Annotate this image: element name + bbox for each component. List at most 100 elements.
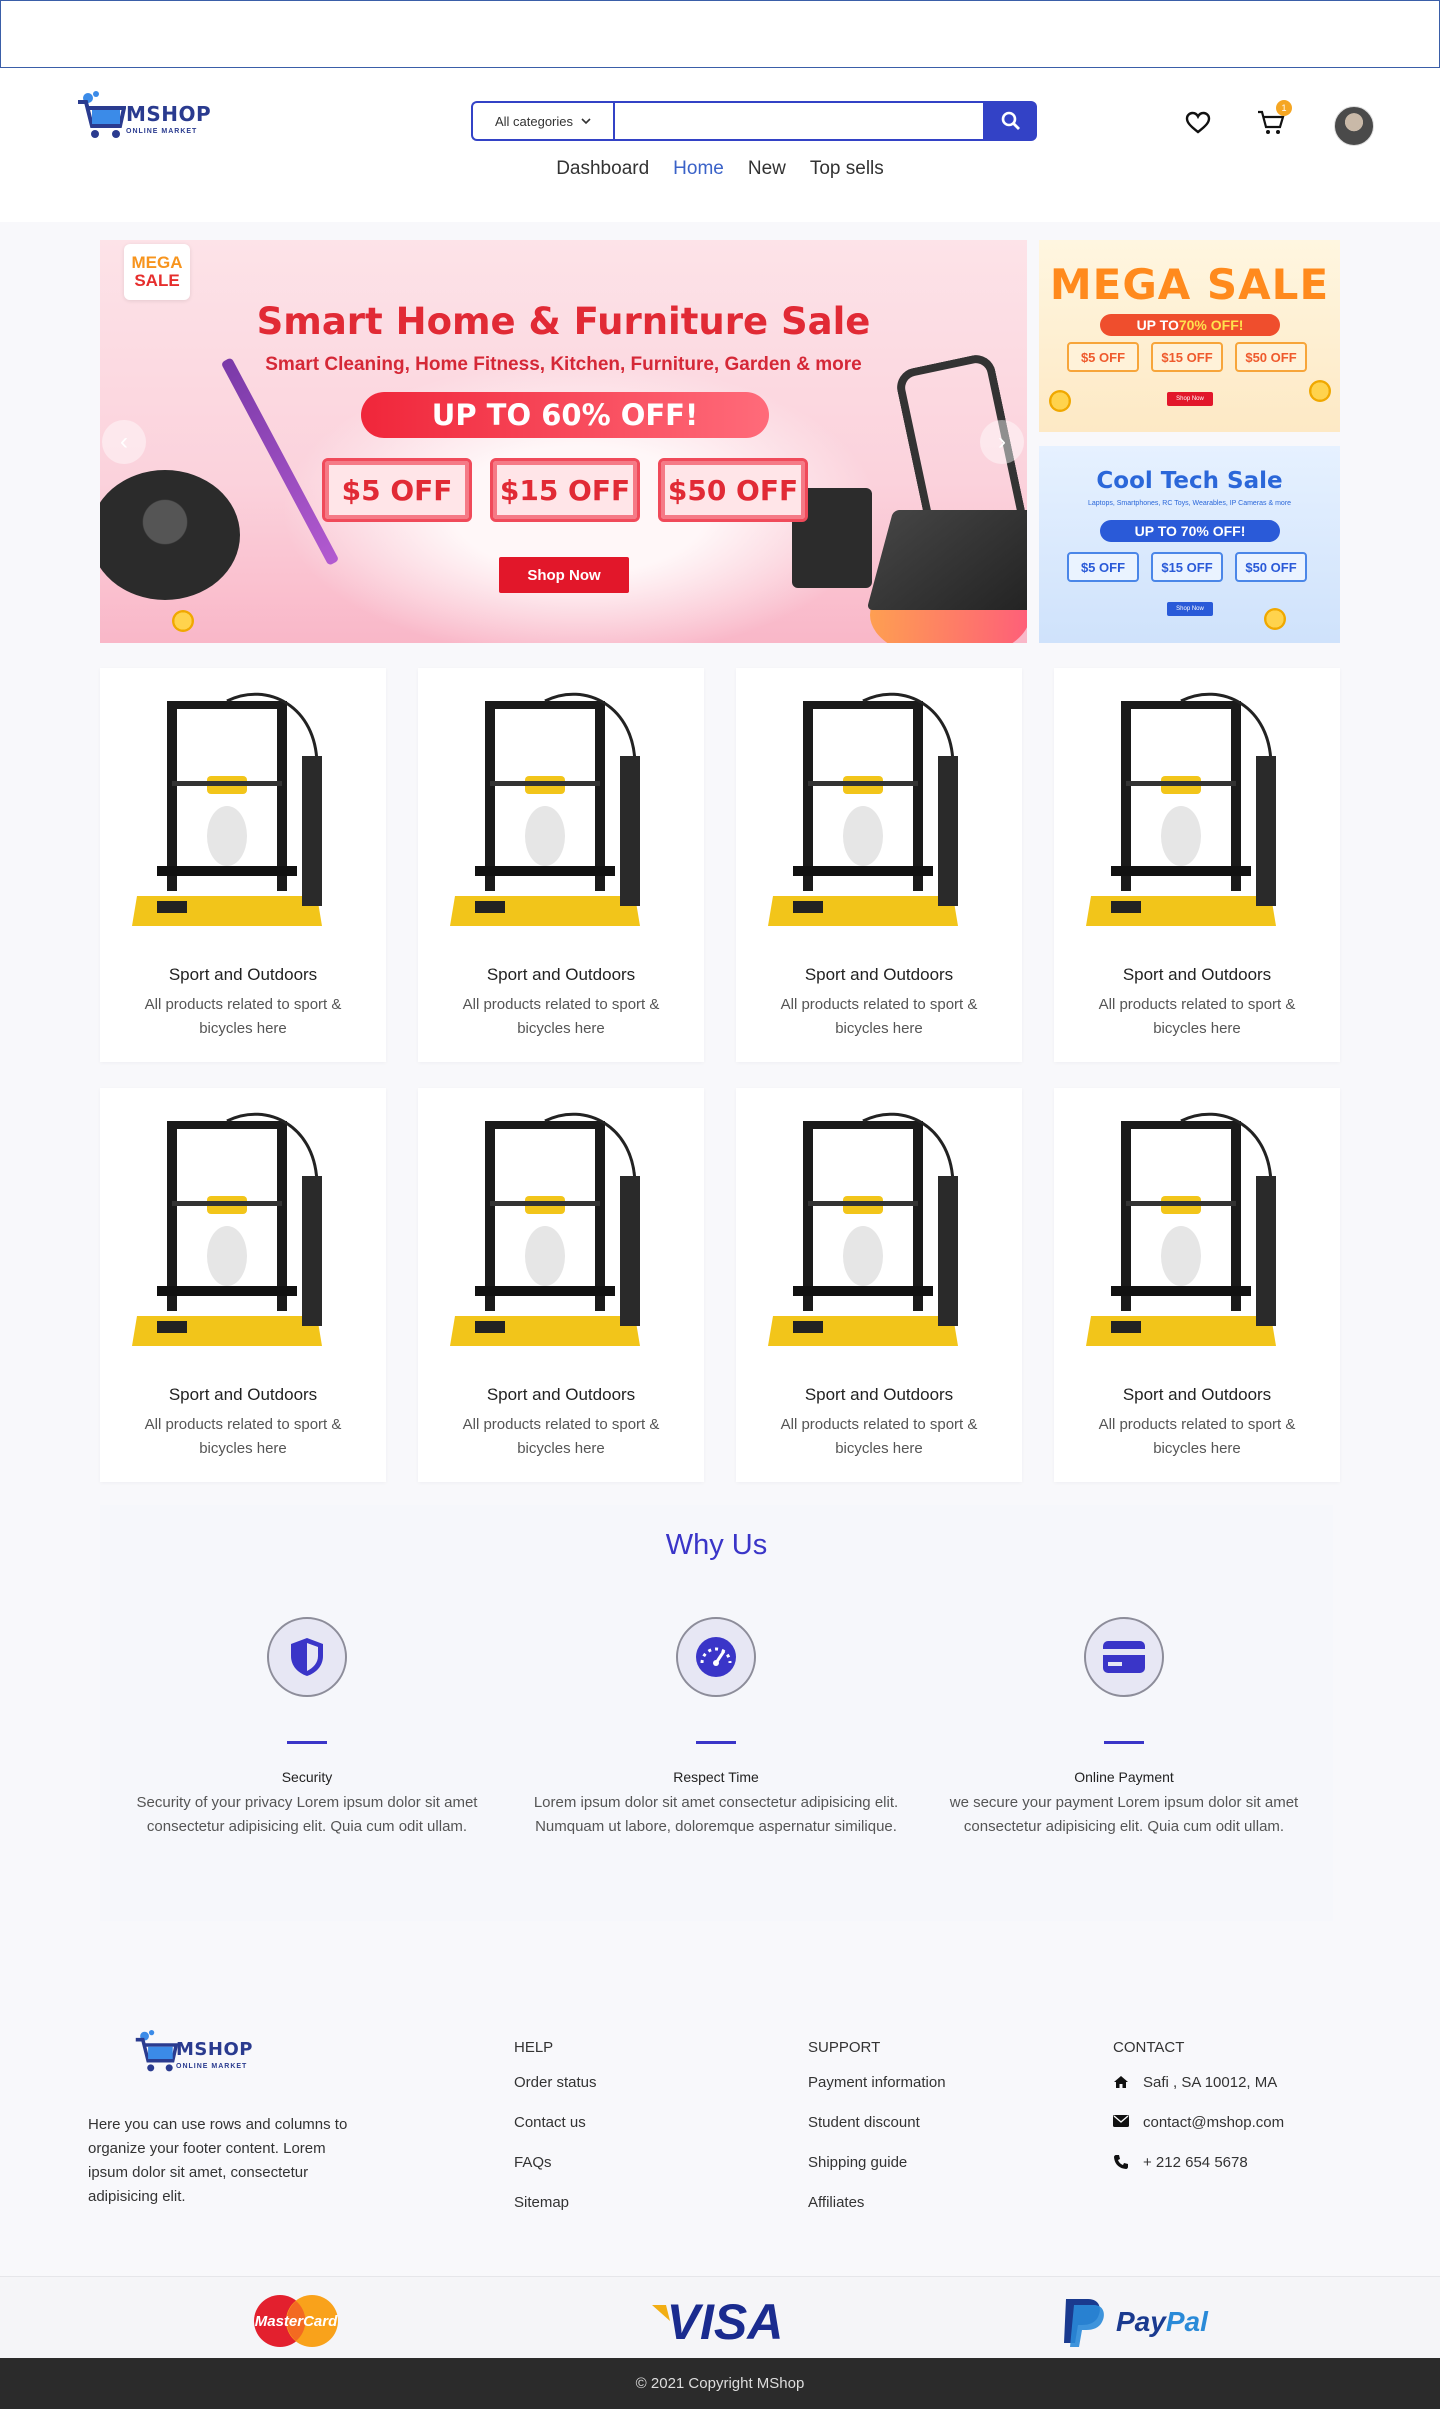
search-icon xyxy=(1001,111,1020,130)
footer-link[interactable]: Affiliates xyxy=(808,2194,946,2234)
side-shop-now-button[interactable]: Shop Now xyxy=(1167,392,1213,406)
why-item-name: Respect Time xyxy=(673,1769,759,1785)
side-coupon-5[interactable]: $5 OFF xyxy=(1067,342,1139,372)
brand-name: MSHOP xyxy=(126,102,212,126)
side-shop-now-button[interactable]: Shop Now xyxy=(1167,602,1213,616)
side-banner-title: MEGA SALE xyxy=(1049,260,1330,309)
cart-logo-icon xyxy=(78,91,127,138)
search-input[interactable] xyxy=(613,101,985,141)
why-divider xyxy=(1104,1741,1144,1744)
nav-home[interactable]: Home xyxy=(673,158,724,180)
product-card[interactable]: Sport and Outdoors All products related … xyxy=(1054,668,1340,1062)
side-coupon-50[interactable]: $50 OFF xyxy=(1235,342,1307,372)
footer-link[interactable]: Shipping guide xyxy=(808,2154,946,2194)
side-banner-subtitle: Laptops, Smartphones, RC Toys, Wearables… xyxy=(1087,500,1292,507)
footer-link[interactable]: FAQs xyxy=(514,2154,597,2194)
side-banner-coupons: $5 OFF $15 OFF $50 OFF xyxy=(1067,552,1307,582)
product-card[interactable]: Sport and Outdoors All products related … xyxy=(736,668,1022,1062)
side-banner-coupons: $5 OFF $15 OFF $50 OFF xyxy=(1067,342,1307,372)
why-us-section: Why Us Security Security of your privacy… xyxy=(100,1505,1333,1921)
why-divider xyxy=(287,1741,327,1744)
why-item-security: Security Security of your privacy Lorem … xyxy=(122,1617,492,1839)
why-us-title: Why Us xyxy=(665,1529,768,1561)
copyright: © 2021 Copyright MShop xyxy=(0,2358,1440,2409)
header: MSHOP ONLINE MARKET All categories 1 Das… xyxy=(0,68,1440,222)
cart-count-badge: 1 xyxy=(1276,100,1292,116)
footer-help: HELP Order status Contact us FAQs Sitema… xyxy=(514,2039,597,2234)
side-coupon-15[interactable]: $15 OFF xyxy=(1151,342,1223,372)
hero-coupons: $5 OFF $15 OFF $50 OFF xyxy=(322,458,808,522)
3d-printer-image xyxy=(753,686,1006,940)
product-title: Sport and Outdoors xyxy=(168,965,318,984)
footer-address-text: Safi , SA 10012, MA xyxy=(1143,2074,1278,2091)
coupon-15[interactable]: $15 OFF xyxy=(490,458,640,522)
side-coupon-5[interactable]: $5 OFF xyxy=(1067,552,1139,582)
mega-tag-bottom: SALE xyxy=(134,271,180,290)
footer-logo[interactable]: MSHOP ONLINE MARKET xyxy=(134,2027,264,2081)
product-card[interactable]: Sport and Outdoors All products related … xyxy=(418,1088,704,1482)
mastercard-logo: MasterCard xyxy=(244,2291,348,2351)
coin-icon xyxy=(1309,380,1331,402)
footer-link[interactable]: Contact us xyxy=(514,2114,597,2154)
heart-icon xyxy=(1185,111,1211,134)
product-title: Sport and Outdoors xyxy=(804,965,954,984)
visa-text: VISA xyxy=(667,2294,784,2350)
coin-icon xyxy=(1049,390,1071,412)
side-coupon-15[interactable]: $15 OFF xyxy=(1151,552,1223,582)
why-item-desc: we secure your payment Lorem ipsum dolor… xyxy=(949,1794,1299,1835)
coin-icon xyxy=(1264,608,1286,630)
product-card[interactable]: Sport and Outdoors All products related … xyxy=(100,668,386,1062)
side-coupon-50[interactable]: $50 OFF xyxy=(1235,552,1307,582)
product-desc: All products related to sport & bicycles… xyxy=(1098,1416,1296,1457)
shop-now-button[interactable]: Shop Now xyxy=(499,557,629,593)
carousel-prev-button[interactable]: ‹ xyxy=(102,420,146,464)
footer-link[interactable]: Payment information xyxy=(808,2074,946,2114)
product-card[interactable]: Sport and Outdoors All products related … xyxy=(736,1088,1022,1482)
footer-email[interactable]: contact@mshop.com xyxy=(1113,2114,1284,2154)
side-banner-tech-sale[interactable]: Cool Tech Sale Laptops, Smartphones, RC … xyxy=(1039,446,1340,643)
paypal-logo: PayPal xyxy=(1058,2291,1218,2351)
treadmill-image xyxy=(866,510,1027,610)
paypal-pal-text: Pal xyxy=(1166,2306,1209,2337)
payment-methods: MasterCard VISA PayPal xyxy=(0,2276,1440,2358)
footer-link[interactable]: Student discount xyxy=(808,2114,946,2154)
footer-phone[interactable]: + 212 654 5678 xyxy=(1113,2154,1284,2194)
avatar[interactable] xyxy=(1334,106,1374,146)
carousel-next-button[interactable]: › xyxy=(980,420,1024,464)
product-card[interactable]: Sport and Outdoors All products related … xyxy=(1054,1088,1340,1482)
nav-new[interactable]: New xyxy=(748,158,786,180)
footer-link[interactable]: Sitemap xyxy=(514,2194,597,2234)
footer-contact: CONTACT Safi , SA 10012, MA contact@msho… xyxy=(1113,2039,1284,2194)
hero-subtitle: Smart Cleaning, Home Fitness, Kitchen, F… xyxy=(265,354,862,375)
search-bar: All categories xyxy=(471,101,1037,141)
footer-support-title: SUPPORT xyxy=(808,2039,881,2056)
nav-dashboard[interactable]: Dashboard xyxy=(556,158,649,180)
cart-button[interactable]: 1 xyxy=(1256,100,1292,138)
footer-phone-text: + 212 654 5678 xyxy=(1143,2154,1248,2171)
search-button[interactable] xyxy=(985,101,1037,141)
product-card[interactable]: Sport and Outdoors All products related … xyxy=(418,668,704,1062)
coupon-50[interactable]: $50 OFF xyxy=(658,458,808,522)
hero-banner[interactable]: MEGA SALE Smart Home & Furniture Sale Sm… xyxy=(100,240,1027,643)
footer-link[interactable]: Order status xyxy=(514,2074,597,2114)
why-item-online-payment: Online Payment we secure your payment Lo… xyxy=(939,1617,1309,1839)
product-card[interactable]: Sport and Outdoors All products related … xyxy=(100,1088,386,1482)
coupon-5[interactable]: $5 OFF xyxy=(322,458,472,522)
footer-about: Here you can use rows and columns to org… xyxy=(88,2116,348,2205)
brand-logo[interactable]: MSHOP ONLINE MARKET xyxy=(76,88,211,148)
side-banner-pill: UP TO 70% OFF! xyxy=(1100,314,1280,336)
why-item-name: Security xyxy=(281,1769,333,1785)
category-select[interactable]: All categories xyxy=(471,101,613,141)
wishlist-button[interactable] xyxy=(1183,108,1213,138)
category-select-value: All categories xyxy=(494,113,574,129)
coin-icon xyxy=(172,610,194,632)
nav-top-sells[interactable]: Top sells xyxy=(810,158,884,180)
3d-printer-image xyxy=(1071,686,1324,940)
product-grid: Sport and Outdoors All products related … xyxy=(100,668,1340,1482)
why-item-respect-time: Respect Time Lorem ipsum dolor sit amet … xyxy=(531,1617,901,1839)
product-title: Sport and Outdoors xyxy=(804,1385,954,1404)
footer-support: SUPPORT Payment information Student disc… xyxy=(808,2039,946,2234)
footer-help-title: HELP xyxy=(514,2039,554,2056)
brand-tagline: ONLINE MARKET xyxy=(176,2063,248,2070)
side-banner-mega-sale[interactable]: MEGA SALE UP TO 70% OFF! $5 OFF $15 OFF … xyxy=(1039,240,1340,432)
